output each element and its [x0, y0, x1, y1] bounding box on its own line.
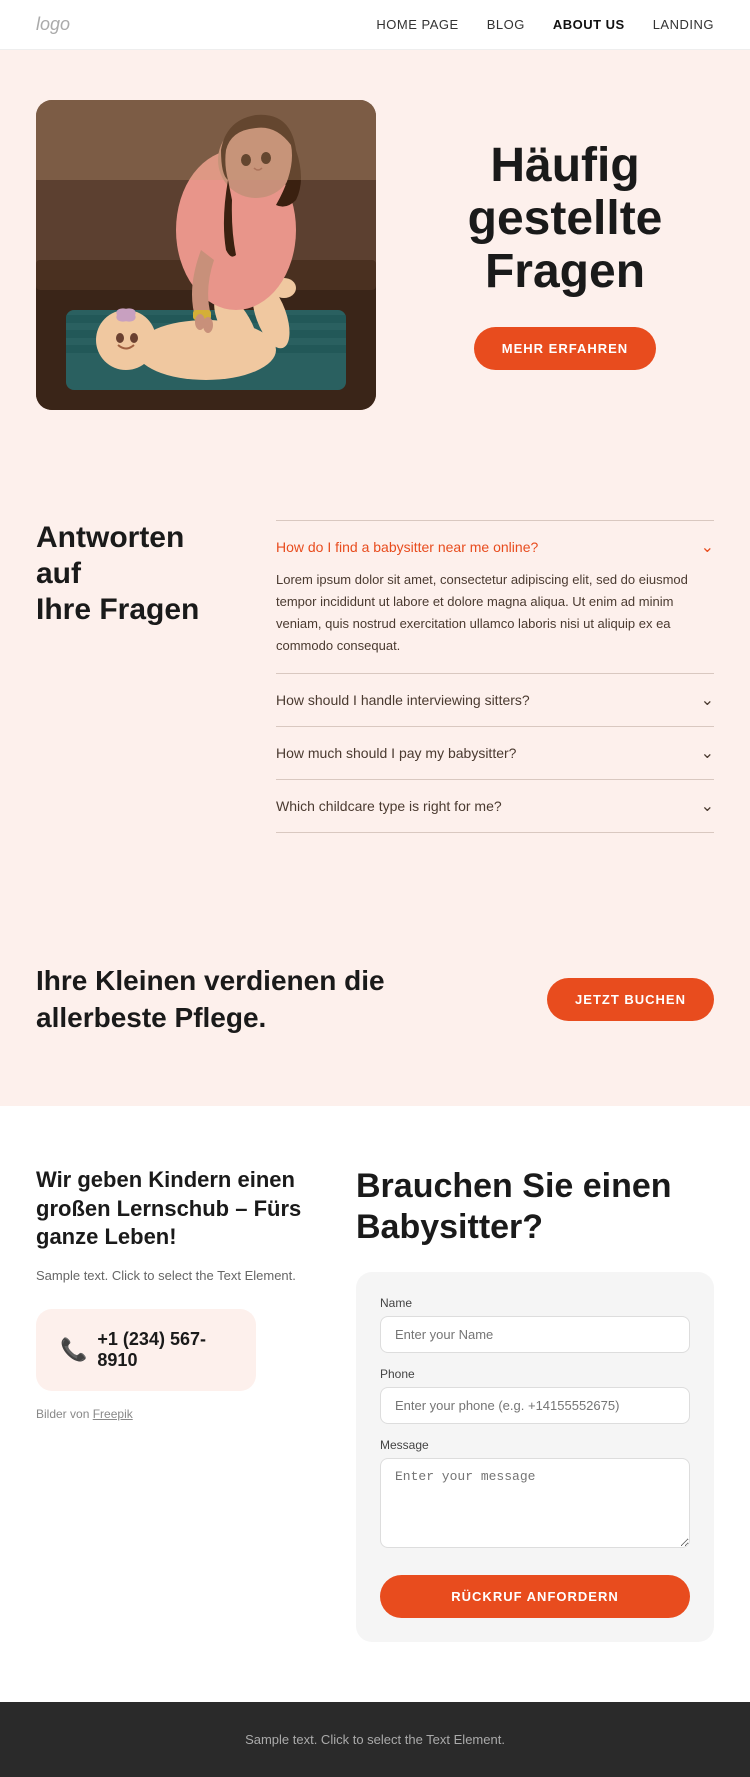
footer-text: Sample text. Click to select the Text El… [36, 1732, 714, 1747]
faq-right: How do I find a babysitter near me onlin… [276, 520, 714, 833]
nav-item-landing[interactable]: LANDING [653, 16, 714, 34]
phone-card: 📞 +1 (234) 567-8910 [36, 1309, 256, 1391]
contact-left-title: Wir geben Kindern einen großen Lernschub… [36, 1166, 316, 1252]
nav-item-home[interactable]: HOME PAGE [376, 16, 458, 34]
faq-item-2: How should I handle interviewing sitters… [276, 674, 714, 727]
nav-item-blog[interactable]: BLOG [487, 16, 525, 34]
name-field-group: Name [380, 1296, 690, 1353]
phone-icon: 📞 [60, 1337, 87, 1363]
faq-question-4: Which childcare type is right for me? [276, 798, 502, 814]
mehr-erfahren-button[interactable]: MEHR ERFAHREN [474, 327, 656, 370]
freepik-credit: Bilder von Freepik [36, 1407, 316, 1421]
nav-links: HOME PAGE BLOG ABOUT US LANDING [376, 16, 714, 34]
message-input[interactable] [380, 1458, 690, 1548]
contact-section: Wir geben Kindern einen großen Lernschub… [0, 1106, 750, 1702]
hero-illustration [36, 100, 376, 410]
name-label: Name [380, 1296, 690, 1310]
phone-input[interactable] [380, 1387, 690, 1424]
phone-field-group: Phone [380, 1367, 690, 1424]
cta-title: Ihre Kleinen verdienen die allerbeste Pf… [36, 963, 386, 1036]
name-input[interactable] [380, 1316, 690, 1353]
faq-question-row-4[interactable]: Which childcare type is right for me? ⌄ [276, 796, 714, 816]
contact-form-card: Name Phone Message RÜCKRUF ANFORDERN [356, 1272, 714, 1642]
contact-sample-text: Sample text. Click to select the Text El… [36, 1266, 316, 1286]
chevron-down-icon-3: ⌄ [701, 743, 714, 763]
hero-image [36, 100, 376, 410]
faq-question-row-2[interactable]: How should I handle interviewing sitters… [276, 690, 714, 710]
chevron-down-icon-2: ⌄ [701, 690, 714, 710]
freepik-link[interactable]: Freepik [93, 1407, 133, 1421]
jetzt-buchen-button[interactable]: JETZT BUCHEN [547, 978, 714, 1021]
submit-button[interactable]: RÜCKRUF ANFORDERN [380, 1575, 690, 1618]
faq-question-row-3[interactable]: How much should I pay my babysitter? ⌄ [276, 743, 714, 763]
faq-question-1: How do I find a babysitter near me onlin… [276, 539, 538, 555]
hero-section: Häufig gestellte Fragen MEHR ERFAHREN [0, 50, 750, 460]
phone-number: +1 (234) 567-8910 [97, 1329, 232, 1371]
phone-label: Phone [380, 1367, 690, 1381]
hero-text: Häufig gestellte Fragen MEHR ERFAHREN [416, 140, 714, 369]
faq-answer-1: Lorem ipsum dolor sit amet, consectetur … [276, 569, 714, 657]
contact-right: Brauchen Sie einen Babysitter? Name Phon… [356, 1166, 714, 1642]
logo: logo [36, 14, 70, 35]
faq-section-title: Antworten auf Ihre Fragen [36, 520, 236, 628]
hero-title: Häufig gestellte Fragen [416, 140, 714, 298]
faq-question-3: How much should I pay my babysitter? [276, 745, 516, 761]
faq-left: Antworten auf Ihre Fragen [36, 520, 236, 833]
message-label: Message [380, 1438, 690, 1452]
footer: Sample text. Click to select the Text El… [0, 1702, 750, 1777]
contact-form-title: Brauchen Sie einen Babysitter? [356, 1166, 714, 1248]
navbar: logo HOME PAGE BLOG ABOUT US LANDING [0, 0, 750, 50]
contact-left: Wir geben Kindern einen großen Lernschub… [36, 1166, 316, 1642]
faq-question-2: How should I handle interviewing sitters… [276, 692, 530, 708]
chevron-down-icon-4: ⌄ [701, 796, 714, 816]
chevron-up-icon-1: ⌄ [701, 537, 714, 557]
faq-item-1: How do I find a babysitter near me onlin… [276, 520, 714, 674]
nav-item-about[interactable]: ABOUT US [553, 16, 625, 34]
faq-item-4: Which childcare type is right for me? ⌄ [276, 780, 714, 833]
cta-section: Ihre Kleinen verdienen die allerbeste Pf… [0, 893, 750, 1106]
message-field-group: Message [380, 1438, 690, 1553]
faq-question-row-1[interactable]: How do I find a babysitter near me onlin… [276, 537, 714, 557]
faq-item-3: How much should I pay my babysitter? ⌄ [276, 727, 714, 780]
faq-section: Antworten auf Ihre Fragen How do I find … [0, 460, 750, 893]
